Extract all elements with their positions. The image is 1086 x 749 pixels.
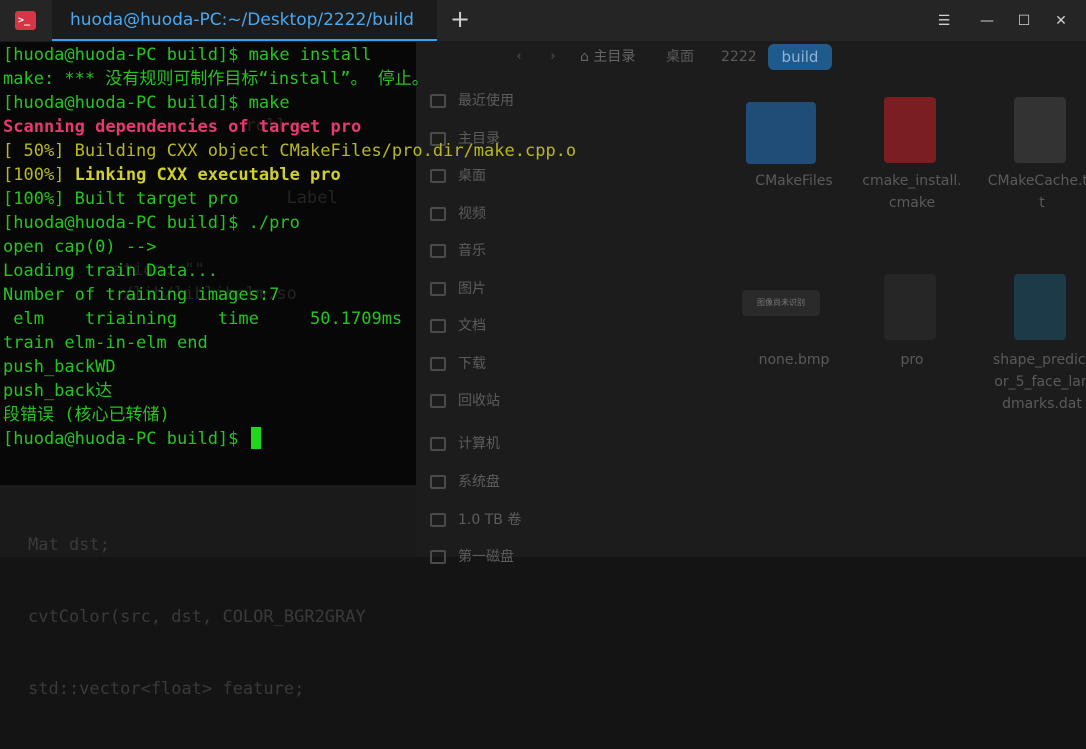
terminal-text: [huoda@huoda-PC build]$ xyxy=(3,429,249,449)
sidebar-item-label: 计算机 xyxy=(458,436,500,452)
terminal-line: train elm-in-elm end xyxy=(3,331,453,355)
terminal-window[interactable]: roll Label ation: "" /lib/liblibelm.so [… xyxy=(0,42,576,506)
terminal-text: Linking CXX executable pro xyxy=(74,165,341,185)
file-name[interactable]: none.bmp xyxy=(734,349,854,371)
back-icon[interactable]: ‹ xyxy=(508,46,530,68)
executable-icon[interactable] xyxy=(884,274,936,340)
sidebar-item-label: 图片 xyxy=(458,281,486,297)
terminal-text: make: *** 没有规则可制作目标“install”。 停止。 xyxy=(3,69,429,89)
terminal-text: train elm-in-elm end xyxy=(3,333,208,353)
terminal-text: push_backWD xyxy=(3,357,116,377)
terminal-line: [ 50%] Building CXX object CMakeFiles/pr… xyxy=(3,139,576,163)
file-name[interactable]: shape_predict or_5_face_lan dmarks.dat xyxy=(982,349,1086,415)
terminal-app-icon: >_ xyxy=(15,11,36,30)
menu-icon[interactable]: ☰ xyxy=(935,12,953,30)
cursor xyxy=(250,427,261,449)
sidebar-item-label: 文档 xyxy=(458,318,486,334)
sidebar-item-label: 1.0 TB 卷 xyxy=(458,512,522,528)
terminal-line: Scanning dependencies of target pro xyxy=(3,115,453,139)
file-name[interactable]: cmake_install. cmake xyxy=(852,170,972,214)
thumbnail-text: 图像尚未识别 xyxy=(757,298,805,307)
code-line: cvtColor(src, dst, COLOR_BGR2GRAY xyxy=(28,607,366,627)
editor-area: Mat dst; cvtColor(src, dst, COLOR_BGR2GR… xyxy=(0,485,416,699)
terminal-line: [huoda@huoda-PC build]$ ./pro xyxy=(3,211,453,235)
terminal-text: Number of training images:7 xyxy=(3,285,280,305)
terminal-text: [100%] xyxy=(3,165,75,185)
add-tab-icon[interactable]: + xyxy=(448,7,472,32)
editor-code: Mat dst; cvtColor(src, dst, COLOR_BGR2GR… xyxy=(28,485,366,749)
breadcrumb-build[interactable]: build xyxy=(768,44,832,70)
close-icon[interactable]: ✕ xyxy=(1052,12,1070,30)
terminal-line: open cap(0) --> xyxy=(3,235,453,259)
breadcrumb-2222[interactable]: 2222 xyxy=(721,45,757,69)
sidebar-item-label: 音乐 xyxy=(458,243,486,259)
sidebar-item-label: 第一磁盘 xyxy=(458,549,514,565)
sidebar-item-label: 回收站 xyxy=(458,393,500,409)
sidebar-item[interactable]: 系统盘 xyxy=(430,470,500,494)
terminal-line: [100%] Built target pro xyxy=(3,187,453,211)
terminal-line: [huoda@huoda-PC build]$ make xyxy=(3,91,453,115)
disk-icon xyxy=(430,513,446,527)
image-icon[interactable]: 图像尚未识别 xyxy=(742,290,820,316)
settings-file-icon[interactable] xyxy=(1014,97,1066,163)
sidebar-item-label: 系统盘 xyxy=(458,474,500,490)
terminal-text: push_back达 xyxy=(3,381,113,401)
maximize-icon[interactable]: ☐ xyxy=(1015,12,1033,30)
file-name[interactable]: CMakeCache.tx t xyxy=(982,170,1086,214)
terminal-text: open cap(0) --> xyxy=(3,237,157,257)
breadcrumb-home[interactable]: ⌂ 主目录 xyxy=(580,45,635,69)
code-line: std::vector<float> feature; xyxy=(28,679,305,699)
code-line: Mat dst; xyxy=(28,535,110,555)
terminal-line: make: *** 没有规则可制作目标“install”。 停止。 xyxy=(3,67,453,91)
breadcrumb-desktop[interactable]: 桌面 xyxy=(666,45,694,69)
forward-icon[interactable]: › xyxy=(542,46,564,68)
terminal-line: [100%] Linking CXX executable pro xyxy=(3,163,453,187)
sidebar-item-label: 最近使用 xyxy=(458,93,514,109)
terminal-text: [huoda@huoda-PC build]$ make xyxy=(3,93,290,113)
sidebar-item-label: 桌面 xyxy=(458,168,486,184)
terminal-line: Number of training images:7 xyxy=(3,283,453,307)
data-file-icon[interactable] xyxy=(1014,274,1066,340)
sidebar-item[interactable]: 1.0 TB 卷 xyxy=(430,508,521,532)
breadcrumb-label: 主目录 xyxy=(593,49,636,65)
terminal-text: Loading train Data... xyxy=(3,261,218,281)
terminal-text: [huoda@huoda-PC build]$ make install xyxy=(3,45,372,65)
terminal-line: [huoda@huoda-PC build]$ make install xyxy=(3,43,453,67)
terminal-line: elm triaining time 50.1709ms xyxy=(3,307,453,331)
terminal-line: [huoda@huoda-PC build]$ xyxy=(3,427,453,451)
tab-title: huoda@huoda-PC:~/Desktop/2222/build xyxy=(70,10,414,30)
minimize-icon[interactable]: — xyxy=(978,12,996,30)
terminal-line: Loading train Data... xyxy=(3,259,453,283)
terminal-line: push_back达 xyxy=(3,379,453,403)
terminal-text: [ 50%] Building CXX object CMakeFiles/pr… xyxy=(3,141,577,161)
terminal-line: 段错误 (核心已转储) xyxy=(3,403,453,427)
terminal-text: 段错误 (核心已转储) xyxy=(3,405,170,425)
disk-icon xyxy=(430,475,446,489)
tab-terminal[interactable]: huoda@huoda-PC:~/Desktop/2222/build xyxy=(52,0,437,41)
terminal-text: [huoda@huoda-PC build]$ ./pro xyxy=(3,213,300,233)
file-name[interactable]: CMakeFiles xyxy=(734,170,854,192)
folder-icon[interactable] xyxy=(746,102,816,164)
file-name[interactable]: pro xyxy=(852,349,972,371)
sidebar-item[interactable]: 第一磁盘 xyxy=(430,545,514,569)
terminal-text: elm triaining time 50.1709ms xyxy=(3,309,403,329)
home-icon: ⌂ xyxy=(580,49,594,65)
disk-icon xyxy=(430,550,446,564)
window-titlebar: >_ huoda@huoda-PC:~/Desktop/2222/build +… xyxy=(0,0,1086,42)
sidebar-item-label: 视频 xyxy=(458,206,486,222)
file-manager-window: ‹ › ⌂ 主目录 桌面 2222 build 最近使用 主目录 桌面 视频 音乐 图片文… xyxy=(416,42,1086,565)
cmake-file-icon[interactable] xyxy=(884,97,936,163)
terminal-output: [huoda@huoda-PC build]$ make install make… xyxy=(3,43,576,451)
sidebar-item-label: 下载 xyxy=(458,356,486,372)
terminal-line: push_backWD xyxy=(3,355,453,379)
terminal-text: [100%] Built target pro xyxy=(3,189,239,209)
terminal-text: Scanning dependencies of target pro xyxy=(3,117,362,137)
